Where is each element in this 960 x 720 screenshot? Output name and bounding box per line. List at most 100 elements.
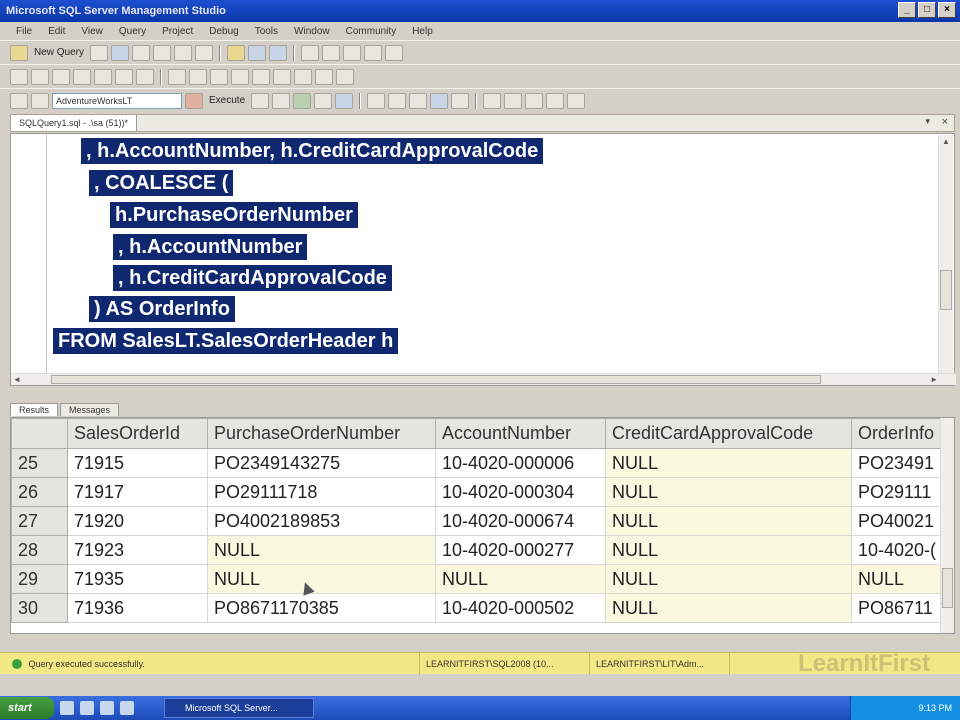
row-number[interactable]: 25 xyxy=(11,448,68,478)
table-cell[interactable]: NULL xyxy=(605,564,852,594)
table-cell[interactable]: PO40021 xyxy=(851,506,944,536)
results-to-text-icon[interactable] xyxy=(409,92,428,109)
table-cell[interactable]: PO23491 xyxy=(851,448,944,478)
toolbar-icon-7[interactable] xyxy=(136,68,154,85)
table-cell[interactable]: 10-4020-000304 xyxy=(435,477,606,507)
open-file-icon[interactable] xyxy=(227,44,246,61)
tab-messages[interactable]: Messages xyxy=(60,403,120,416)
toolbar-icon-14[interactable] xyxy=(294,68,312,85)
include-plan-icon[interactable] xyxy=(367,92,386,109)
client-stats-icon[interactable] xyxy=(388,92,407,109)
table-cell[interactable]: 71935 xyxy=(67,564,208,594)
indent-icon[interactable] xyxy=(546,92,565,109)
parse-icon[interactable] xyxy=(293,92,312,109)
table-cell[interactable]: 10-4020-000277 xyxy=(435,535,606,565)
toolbar-icon-10[interactable] xyxy=(210,68,228,85)
toolbar-icon-2[interactable] xyxy=(31,68,49,85)
activity-monitor-icon[interactable] xyxy=(301,44,320,61)
object-explorer-icon[interactable] xyxy=(343,44,362,61)
save-icon[interactable] xyxy=(248,44,267,61)
results-to-file-icon[interactable] xyxy=(451,92,470,109)
quicklaunch-icon[interactable] xyxy=(60,701,74,715)
analysis-query-icon[interactable] xyxy=(132,44,151,61)
editor-horizontal-scrollbar[interactable]: ◄ ► xyxy=(11,373,956,385)
table-cell[interactable]: 71917 xyxy=(67,477,208,507)
column-header[interactable]: PurchaseOrderNumber xyxy=(207,418,436,449)
tab-results[interactable]: Results xyxy=(10,403,59,416)
query-editor[interactable]: , h.AccountNumber , h.CreditCardApprovalC… xyxy=(10,133,956,386)
mdx-query-icon[interactable] xyxy=(153,44,172,61)
specify-values-icon[interactable] xyxy=(567,92,586,109)
toolbar-icon-11[interactable] xyxy=(231,68,249,85)
close-button[interactable]: × xyxy=(938,2,956,18)
start-button[interactable]: start xyxy=(0,697,54,719)
grid-vertical-scrollbar[interactable] xyxy=(940,418,954,633)
quicklaunch-icon[interactable] xyxy=(120,701,134,715)
code-line[interactable]: ) AS OrderInfo xyxy=(89,296,235,322)
code-line[interactable]: FROM SalesLT.SalesOrderHeader h xyxy=(53,328,399,354)
comment-icon[interactable] xyxy=(483,92,502,109)
registered-servers-icon[interactable] xyxy=(322,44,341,61)
row-number[interactable]: 30 xyxy=(11,593,68,623)
menu-window[interactable]: Window xyxy=(286,26,338,37)
connect-icon[interactable] xyxy=(10,92,28,109)
save-all-icon[interactable] xyxy=(269,44,288,61)
minimize-button[interactable]: _ xyxy=(898,2,916,18)
table-cell[interactable]: PO29111 xyxy=(851,477,944,507)
toolbar-icon-12[interactable] xyxy=(252,68,270,85)
disconnect-icon[interactable] xyxy=(31,92,49,109)
template-explorer-icon[interactable] xyxy=(364,44,383,61)
toolbar-icon-5[interactable] xyxy=(94,68,112,85)
toolbar-icon-8[interactable] xyxy=(168,68,186,85)
dmx-query-icon[interactable] xyxy=(174,44,193,61)
table-cell[interactable]: PO2349143275 xyxy=(207,448,436,478)
tab-sql-query[interactable]: SQLQuery1.sql - .\sa (51))* xyxy=(11,115,138,131)
uncomment-icon[interactable] xyxy=(504,92,523,109)
table-cell[interactable]: NULL xyxy=(605,448,852,478)
table-cell[interactable]: PO86711 xyxy=(851,593,944,623)
code-line[interactable]: , h.CreditCardApprovalCode xyxy=(113,265,392,291)
cancel-query-icon[interactable] xyxy=(272,92,291,109)
editor-vertical-scrollbar[interactable]: ▲ xyxy=(938,135,953,373)
table-cell[interactable]: 71936 xyxy=(67,593,208,623)
table-cell[interactable]: PO8671170385 xyxy=(207,593,436,623)
estimated-plan-icon[interactable] xyxy=(314,92,333,109)
table-cell[interactable]: 10-4020-000006 xyxy=(435,448,606,478)
quicklaunch-icon[interactable] xyxy=(100,701,114,715)
execute-button[interactable]: Execute xyxy=(206,95,248,106)
toolbar-icon-15[interactable] xyxy=(315,68,333,85)
table-cell[interactable]: PO4002189853 xyxy=(207,506,436,536)
row-number[interactable]: 26 xyxy=(11,477,68,507)
menu-help[interactable]: Help xyxy=(404,26,441,37)
quicklaunch-icon[interactable] xyxy=(80,701,94,715)
menu-view[interactable]: View xyxy=(73,26,111,37)
results-grid[interactable]: SalesOrderId PurchaseOrderNumber Account… xyxy=(10,417,955,634)
table-cell[interactable]: 71923 xyxy=(67,535,208,565)
toolbar-icon-4[interactable] xyxy=(73,68,91,85)
pin-icon[interactable]: ▾ xyxy=(925,116,930,127)
table-cell[interactable]: NULL xyxy=(851,564,944,594)
scroll-thumb[interactable] xyxy=(940,270,952,310)
scroll-thumb[interactable] xyxy=(942,568,953,608)
code-line[interactable]: , h.AccountNumber, h.CreditCardApprovalC… xyxy=(81,138,544,164)
table-cell[interactable]: 10-4020-000502 xyxy=(435,593,606,623)
menu-debug[interactable]: Debug xyxy=(201,26,246,37)
table-row[interactable]: 28 71923 NULL 10-4020-000277 NULL 10-402… xyxy=(11,535,944,565)
menu-query[interactable]: Query xyxy=(111,26,154,37)
database-select[interactable]: AdventureWorksLT xyxy=(52,92,182,109)
row-number[interactable]: 29 xyxy=(11,564,68,594)
table-cell[interactable]: 10-4020-( xyxy=(851,535,944,565)
properties-icon[interactable] xyxy=(385,44,404,61)
menu-project[interactable]: Project xyxy=(154,26,201,37)
table-row[interactable]: 25 71915 PO2349143275 10-4020-000006 NUL… xyxy=(11,448,944,478)
table-row[interactable]: 30 71936 PO8671170385 10-4020-000502 NUL… xyxy=(11,593,944,623)
toolbar-icon-13[interactable] xyxy=(273,68,291,85)
code-line[interactable]: h.PurchaseOrderNumber xyxy=(110,202,358,228)
menu-edit[interactable]: Edit xyxy=(40,26,73,37)
new-query-icon[interactable] xyxy=(10,44,28,61)
table-row[interactable]: 27 71920 PO4002189853 10-4020-000674 NUL… xyxy=(11,506,944,536)
column-header[interactable]: OrderInfo xyxy=(851,418,944,449)
outdent-icon[interactable] xyxy=(525,92,544,109)
xmla-query-icon[interactable] xyxy=(195,44,214,61)
table-cell[interactable]: NULL xyxy=(435,564,606,594)
